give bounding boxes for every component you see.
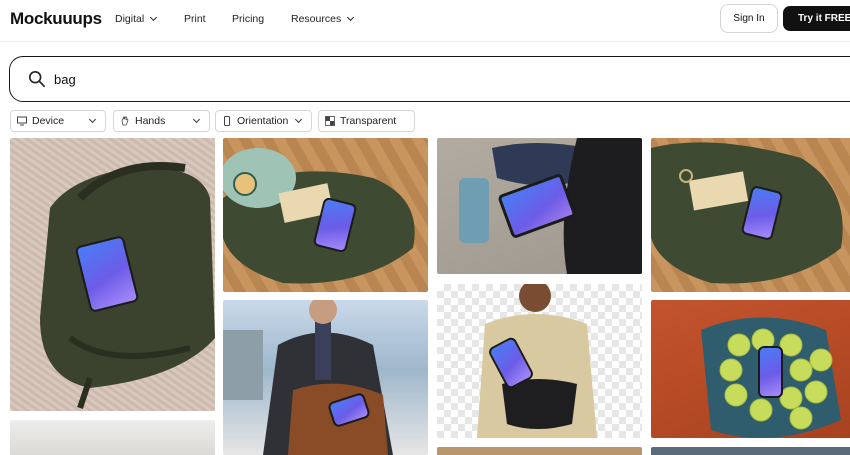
- top-nav: Mockuuups Digital Print Pricing Resource…: [0, 0, 850, 42]
- mockup-card[interactable]: [223, 300, 428, 455]
- chevron-down-icon: [150, 13, 158, 22]
- nav-pricing[interactable]: Pricing: [232, 13, 264, 25]
- chevron-down-icon: [88, 115, 97, 124]
- nav-pricing-label: Pricing: [232, 13, 265, 25]
- nav-print-label: Print: [184, 13, 206, 25]
- nav-digital[interactable]: Digital: [115, 13, 158, 25]
- filter-device-label: Device: [32, 115, 65, 127]
- monitor-icon: [17, 116, 27, 126]
- search-icon: [28, 70, 46, 88]
- logo[interactable]: Mockuuups: [10, 9, 102, 29]
- mockup-card[interactable]: [10, 138, 215, 411]
- phone-orientation-icon: [224, 116, 230, 126]
- filter-transparent-label: Transparent: [340, 115, 397, 127]
- mockup-card[interactable]: [437, 447, 642, 455]
- chevron-down-icon: [192, 115, 201, 124]
- mockup-image: [701, 317, 841, 438]
- mockup-card[interactable]: [437, 138, 642, 274]
- nav-print[interactable]: Print: [184, 13, 206, 25]
- chevron-down-icon: [294, 115, 303, 124]
- mockup-card[interactable]: [10, 420, 215, 455]
- nav-resources[interactable]: Resources: [291, 13, 355, 25]
- mockup-card[interactable]: [651, 138, 850, 292]
- nav-digital-label: Digital: [115, 13, 145, 25]
- mockup-card[interactable]: [651, 300, 850, 438]
- filter-orientation[interactable]: Orientation: [215, 110, 312, 132]
- sign-in-button[interactable]: Sign In: [720, 4, 778, 33]
- filter-hands[interactable]: Hands: [113, 110, 210, 132]
- hand-icon: [121, 116, 129, 126]
- mockup-card[interactable]: [651, 447, 850, 455]
- filter-transparent[interactable]: Transparent: [318, 110, 415, 132]
- mockup-image: [223, 300, 393, 455]
- mockup-card[interactable]: [437, 284, 642, 438]
- search-bar[interactable]: [9, 56, 850, 102]
- phone-screen: [758, 346, 783, 398]
- mockup-image: [477, 284, 597, 438]
- mockup-card[interactable]: [223, 138, 428, 292]
- chevron-down-icon: [347, 13, 355, 22]
- filter-hands-label: Hands: [135, 115, 166, 127]
- filter-device[interactable]: Device: [10, 110, 106, 132]
- search-input[interactable]: [54, 69, 654, 89]
- nav-resources-label: Resources: [291, 13, 342, 25]
- filter-orientation-label: Orientation: [237, 115, 289, 127]
- try-free-button[interactable]: Try it FREE: [783, 6, 850, 31]
- checkerboard-icon: [325, 116, 335, 126]
